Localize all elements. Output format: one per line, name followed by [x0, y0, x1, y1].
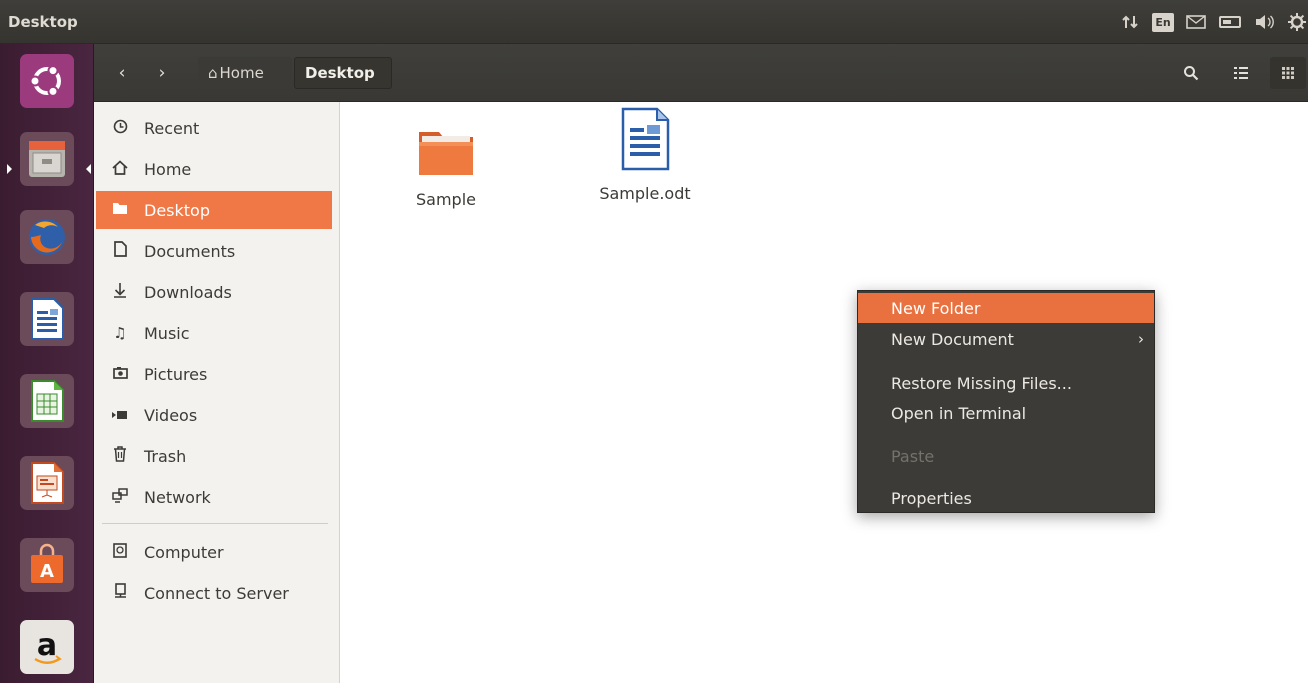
sidebar-item-computer[interactable]: Computer: [96, 533, 332, 571]
svg-text:a: a: [37, 628, 57, 663]
toolbar: ‹ › ⌂ Home Desktop: [94, 44, 1308, 102]
sidebar-item-videos[interactable]: Videos: [96, 396, 332, 434]
firefox-icon[interactable]: [20, 210, 74, 264]
battery-icon[interactable]: [1218, 12, 1242, 32]
file-label: Sample.odt: [599, 184, 691, 203]
file-label: Sample: [416, 190, 476, 209]
gear-icon[interactable]: [1286, 12, 1308, 32]
sidebar-item-label: Music: [144, 323, 190, 343]
grid-view-icon[interactable]: [1270, 57, 1306, 89]
sidebar-item-desktop[interactable]: Desktop: [96, 191, 332, 229]
music-icon: ♫: [113, 324, 127, 342]
window-title: Desktop: [8, 13, 78, 31]
home-icon: [108, 159, 132, 179]
launcher: A a: [0, 44, 94, 683]
sidebar-item-label: Home: [144, 159, 192, 179]
camera-icon: [108, 365, 132, 383]
forward-button[interactable]: ›: [146, 57, 178, 89]
odt-document-icon: [615, 107, 675, 172]
sidebar-item-connect-to-server[interactable]: Connect to Server: [96, 574, 332, 612]
breadcrumb-desktop[interactable]: Desktop: [294, 57, 392, 89]
spreadsheet-icon[interactable]: [20, 374, 74, 428]
network-icon: [108, 487, 132, 507]
sidebar-item-label: Videos: [144, 405, 198, 425]
sidebar-item-label: Documents: [144, 241, 236, 261]
sidebar-item-trash[interactable]: Trash: [96, 437, 332, 475]
shopping-bag-icon[interactable]: A: [20, 538, 74, 592]
clock-icon: [108, 119, 132, 138]
list-view-icon[interactable]: [1224, 57, 1258, 89]
sidebar-item-home[interactable]: Home: [96, 150, 332, 188]
top-panel: Desktop En: [0, 0, 1308, 44]
mail-icon[interactable]: [1186, 12, 1206, 32]
indicator-area: En: [1120, 12, 1308, 32]
menu-item-open-in-terminal[interactable]: Open in Terminal: [858, 398, 1154, 428]
back-button[interactable]: ‹: [106, 57, 138, 89]
amazon-icon[interactable]: a: [20, 620, 74, 674]
server-icon: [108, 583, 132, 603]
menu-item-restore-missing-files[interactable]: Restore Missing Files...: [858, 368, 1154, 398]
trash-icon: [108, 446, 132, 466]
menu-item-properties[interactable]: Properties: [858, 483, 1154, 513]
volume-icon[interactable]: [1254, 12, 1274, 32]
download-icon: [108, 282, 132, 302]
sidebar-item-label: Recent: [144, 118, 200, 138]
network-updown-icon[interactable]: [1120, 12, 1140, 32]
context-menu: New Folder New Document › Restore Missin…: [857, 290, 1155, 513]
ubuntu-logo-icon[interactable]: [20, 54, 74, 108]
sidebar-item-label: Network: [144, 487, 211, 507]
language-indicator[interactable]: En: [1152, 12, 1174, 32]
sidebar: Recent Home Desktop Documents Downloads …: [94, 102, 340, 683]
folder-icon: [108, 201, 132, 219]
sidebar-divider: [102, 523, 328, 524]
presentation-icon[interactable]: [20, 456, 74, 510]
menu-item-new-document[interactable]: New Document ›: [858, 324, 1154, 354]
menu-item-label: New Document: [891, 329, 1014, 349]
sidebar-item-network[interactable]: Network: [96, 478, 332, 516]
sidebar-item-pictures[interactable]: Pictures: [96, 355, 332, 393]
sidebar-item-music[interactable]: ♫ Music: [96, 314, 332, 352]
sidebar-item-documents[interactable]: Documents: [96, 232, 332, 270]
home-icon: ⌂: [208, 64, 218, 82]
document-icon[interactable]: [20, 292, 74, 346]
drive-icon: [108, 542, 132, 562]
menu-item-paste[interactable]: Paste: [858, 441, 1154, 471]
search-icon[interactable]: [1174, 57, 1208, 89]
sidebar-item-label: Trash: [144, 446, 187, 466]
sidebar-item-label: Downloads: [144, 282, 232, 302]
file-view[interactable]: Sample Sample.odt: [340, 102, 1308, 683]
folder-icon: [416, 114, 476, 178]
file-item-folder[interactable]: Sample: [381, 114, 511, 209]
menu-item-new-folder[interactable]: New Folder: [858, 293, 1154, 323]
file-cabinet-icon[interactable]: [20, 132, 74, 186]
sidebar-item-label: Desktop: [144, 200, 210, 220]
breadcrumb-home-label: Home: [219, 64, 264, 82]
file-item-odt[interactable]: Sample.odt: [580, 107, 710, 203]
document-icon: [108, 241, 132, 261]
sidebar-item-downloads[interactable]: Downloads: [96, 273, 332, 311]
submenu-arrow-icon: ›: [1138, 330, 1144, 348]
svg-text:A: A: [40, 561, 54, 582]
sidebar-item-label: Connect to Server: [144, 583, 289, 603]
sidebar-item-label: Pictures: [144, 364, 208, 384]
sidebar-item-label: Computer: [144, 542, 224, 562]
sidebar-item-recent[interactable]: Recent: [96, 109, 332, 147]
video-icon: [108, 406, 132, 424]
breadcrumb-home[interactable]: ⌂ Home: [198, 57, 292, 89]
